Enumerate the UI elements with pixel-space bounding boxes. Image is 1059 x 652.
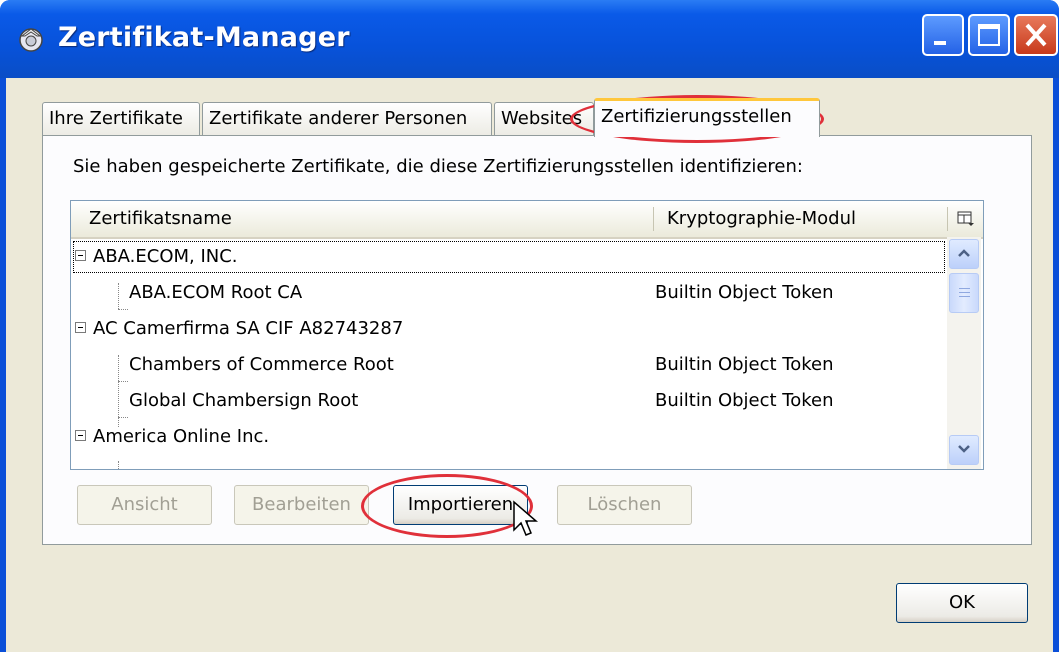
scroll-down-button[interactable] [949,435,979,465]
tree-row-item[interactable]: Chambers of Commerce Root Builtin Object… [71,347,947,383]
close-icon [1025,23,1047,47]
column-header-name[interactable]: Zertifikatsname [89,201,232,237]
tree-header: Zertifikatsname Kryptographie-Modul [71,201,983,239]
column-header-module[interactable]: Kryptographie-Modul [667,201,856,237]
collapse-icon[interactable] [75,430,86,441]
chevron-down-icon [958,445,970,453]
scroll-up-button[interactable] [949,239,979,269]
panel-description: Sie haben gespeicherte Zertifikate, die … [73,156,803,177]
crypto-module: Builtin Object Token [655,282,834,303]
certificate-tree[interactable]: Zertifikatsname Kryptographie-Modul ABA.… [70,200,984,470]
certificate-name: Chambers of Commerce Root [129,354,394,375]
client-area: Ihre Zertifikate Zertifikate anderer Per… [6,78,1053,652]
title-bar[interactable]: Zertifikat-Manager [0,0,1059,78]
collapse-icon[interactable] [75,250,86,261]
view-button[interactable]: Ansicht [77,485,212,525]
maximize-icon [978,24,1000,46]
tab-other-people-certificates[interactable]: Zertifikate anderer Personen [202,102,492,136]
import-button[interactable]: Importieren [393,485,528,525]
certificate-authorities-panel: Sie haben gespeicherte Zertifikate, die … [42,135,1032,545]
tree-row-group[interactable]: AC Camerfirma SA CIF A82743287 [71,311,947,347]
group-label: ABA.ECOM, INC. [93,246,238,267]
crypto-module: Builtin Object Token [655,390,834,411]
crypto-module: Builtin Object Token [655,354,834,375]
tab-certificate-authorities[interactable]: Zertifizierungsstellen [594,98,820,137]
mouse-pointer-icon [513,500,539,536]
ok-button[interactable]: OK [896,583,1028,623]
chevron-up-icon [958,249,970,257]
group-label: America Online Inc. [93,426,270,447]
certificate-manager-icon [19,28,43,52]
edit-button[interactable]: Bearbeiten [234,485,369,525]
certificate-name: Global Chambersign Root [129,390,359,411]
tree-row-item[interactable]: Global Chambersign Root Builtin Object T… [71,383,947,419]
tab-websites[interactable]: Websites [494,102,594,136]
tree-row-group[interactable]: ABA.ECOM, INC. [71,239,947,275]
tree-row-group[interactable]: America Online Inc. [71,419,947,455]
tab-your-certificates[interactable]: Ihre Zertifikate [42,102,200,136]
column-divider[interactable] [947,207,948,231]
certificate-manager-window: Zertifikat-Manager Ihre Zertifikate Zert… [0,0,1059,652]
scroll-thumb[interactable] [949,273,979,313]
certificate-name: ABA.ECOM Root CA [129,282,303,303]
window-title: Zertifikat-Manager [58,22,350,53]
collapse-icon[interactable] [75,322,86,333]
column-divider[interactable] [653,207,654,231]
tree-connector [118,461,119,469]
minimize-button[interactable] [922,14,964,56]
group-label: AC Camerfirma SA CIF A82743287 [93,318,404,339]
vertical-scrollbar[interactable] [947,237,981,469]
minimize-icon [934,41,946,45]
delete-button[interactable]: Löschen [557,485,692,525]
maximize-button[interactable] [968,14,1010,56]
column-picker-icon[interactable] [957,211,975,227]
tree-row-item[interactable]: ABA.ECOM Root CA Builtin Object Token [71,275,947,311]
close-button[interactable] [1014,14,1058,56]
